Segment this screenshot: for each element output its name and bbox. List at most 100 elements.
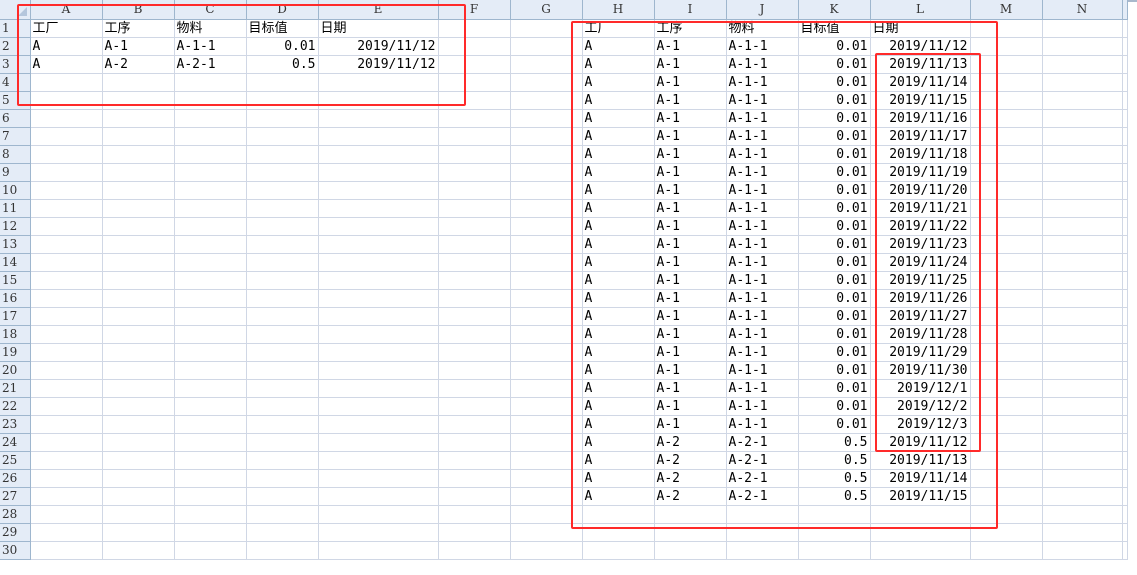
cell[interactable] [970,127,1043,146]
cell[interactable]: A-1 [654,415,727,434]
cell[interactable]: 物料 [174,19,247,38]
cell[interactable] [102,379,175,398]
cell[interactable] [174,145,247,164]
cell[interactable]: 2019/11/26 [870,289,971,308]
cell[interactable] [30,451,103,470]
cell[interactable] [970,433,1043,452]
cell[interactable]: A-1 [654,343,727,362]
column-header-B[interactable]: B [102,0,175,20]
cell[interactable] [510,469,583,488]
cell[interactable] [510,37,583,56]
cell[interactable] [510,505,583,524]
cell[interactable]: 物料 [726,19,799,38]
cell[interactable]: A-1-1 [726,145,799,164]
cell[interactable] [246,451,319,470]
cell[interactable]: A [582,235,655,254]
cell[interactable] [438,415,511,434]
cell[interactable] [174,325,247,344]
cell[interactable] [1122,325,1128,344]
row-header[interactable]: 1 [0,19,31,38]
cell[interactable] [1122,415,1128,434]
cell[interactable] [510,325,583,344]
cell[interactable]: A [582,379,655,398]
cell[interactable] [438,505,511,524]
cell[interactable] [30,505,103,524]
cell[interactable] [174,487,247,506]
cell[interactable] [1122,451,1128,470]
cell[interactable] [102,181,175,200]
cell[interactable]: 2019/11/20 [870,181,971,200]
cell[interactable] [102,541,175,560]
cell[interactable] [510,415,583,434]
cell[interactable] [510,109,583,128]
cell[interactable]: 2019/11/21 [870,199,971,218]
row-header[interactable]: 2 [0,37,31,56]
cell[interactable] [1122,469,1128,488]
cell[interactable] [30,289,103,308]
cell[interactable]: A-1-1 [726,127,799,146]
cell[interactable] [318,541,439,560]
cell[interactable]: 2019/11/14 [870,469,971,488]
cell[interactable]: A-1-1 [726,55,799,74]
cell[interactable]: A [582,37,655,56]
cell[interactable]: A-1-1 [726,397,799,416]
cell[interactable] [970,91,1043,110]
cell[interactable]: 0.01 [798,253,871,272]
cell[interactable] [1042,325,1123,344]
cell[interactable] [246,415,319,434]
cell[interactable]: 日期 [318,19,439,38]
cell[interactable] [318,487,439,506]
cell[interactable]: 0.01 [798,343,871,362]
cell[interactable]: A-2 [654,433,727,452]
cell[interactable] [174,343,247,362]
row-header[interactable]: 14 [0,253,31,272]
cell[interactable] [102,235,175,254]
cell[interactable]: 0.01 [798,397,871,416]
cell[interactable] [1122,343,1128,362]
cell[interactable]: 工序 [654,19,727,38]
cell[interactable]: A-1 [654,307,727,326]
cell[interactable] [318,109,439,128]
cell[interactable] [246,433,319,452]
cell[interactable]: 2019/11/29 [870,343,971,362]
column-header-A[interactable]: A [30,0,103,20]
cell[interactable] [246,361,319,380]
cell[interactable] [174,127,247,146]
cell[interactable] [1122,217,1128,236]
cell[interactable]: 2019/11/13 [870,451,971,470]
cell[interactable] [1122,163,1128,182]
cell[interactable]: A [582,181,655,200]
cell[interactable] [1122,523,1128,542]
cell[interactable]: A [582,109,655,128]
column-header-D[interactable]: D [246,0,319,20]
cell[interactable] [1122,487,1128,506]
cell[interactable]: 2019/11/22 [870,217,971,236]
cell[interactable] [102,505,175,524]
cell[interactable] [510,163,583,182]
cell[interactable] [102,271,175,290]
cell[interactable] [102,73,175,92]
cell[interactable] [102,253,175,272]
row-header[interactable]: 20 [0,361,31,380]
cell[interactable] [174,469,247,488]
cell[interactable] [102,199,175,218]
cell[interactable] [102,469,175,488]
cell[interactable] [970,397,1043,416]
cell[interactable] [970,451,1043,470]
cell[interactable]: A [582,253,655,272]
cell[interactable] [510,127,583,146]
cell[interactable]: 2019/11/25 [870,271,971,290]
row-header[interactable]: 16 [0,289,31,308]
cell[interactable]: A-1-1 [726,217,799,236]
row-header[interactable]: 9 [0,163,31,182]
cell[interactable] [102,127,175,146]
cell[interactable]: 0.5 [798,487,871,506]
cell[interactable] [102,217,175,236]
row-header[interactable]: 28 [0,505,31,524]
cell[interactable] [1042,415,1123,434]
cell[interactable] [970,271,1043,290]
cell[interactable] [30,433,103,452]
cell[interactable] [1122,91,1128,110]
cell[interactable] [1042,55,1123,74]
cell[interactable] [970,469,1043,488]
